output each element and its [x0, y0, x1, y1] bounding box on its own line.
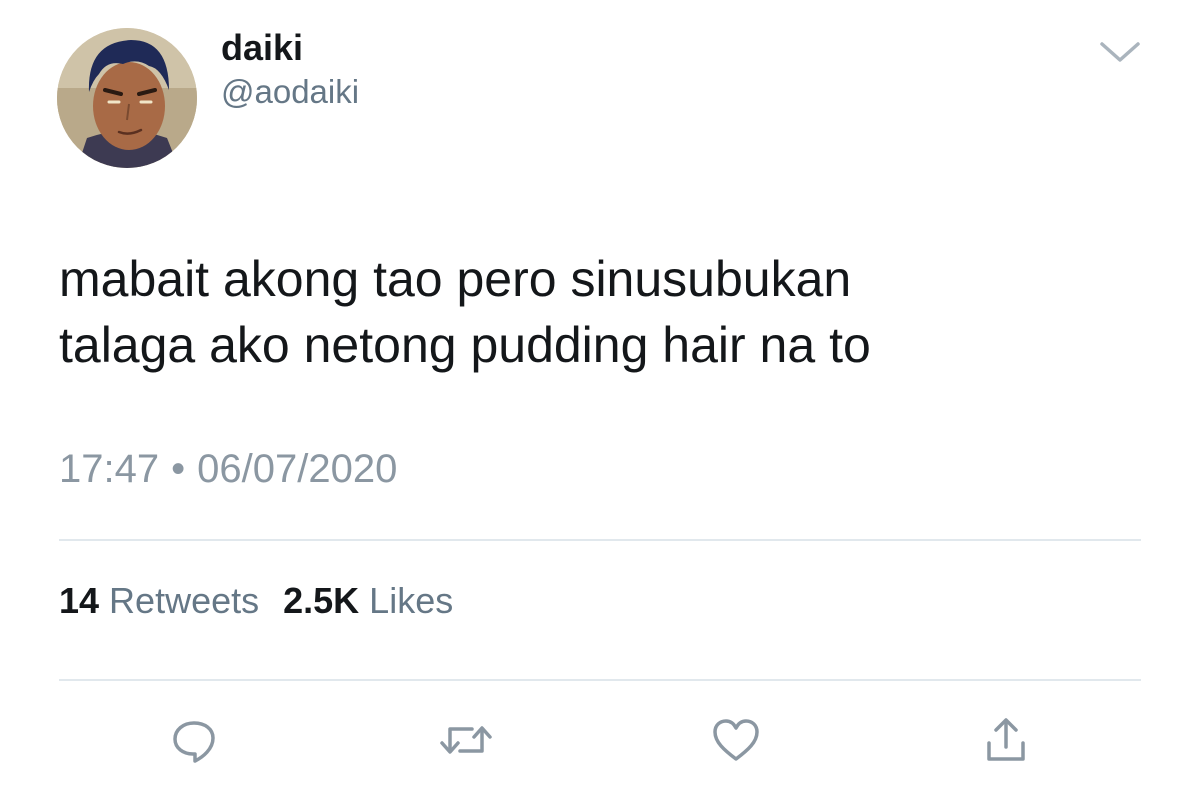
reply-icon	[173, 721, 215, 763]
like-button[interactable]	[708, 712, 764, 768]
engagement-stats: 14 Retweets 2.5K Likes	[59, 578, 453, 624]
tweet-card: daiki @aodaiki mabait akong tao pero sin…	[0, 0, 1200, 808]
tweet-time: 17:47	[59, 447, 160, 491]
retweet-button[interactable]	[438, 712, 494, 768]
retweets-stat[interactable]: 14 Retweets	[59, 580, 259, 621]
tweet-date: 06/07/2020	[197, 447, 398, 491]
tweet-text-line: talaga ako netong pudding hair na to	[59, 317, 871, 373]
share-button[interactable]	[978, 712, 1034, 768]
anime-avatar-icon	[57, 28, 197, 168]
user-handle[interactable]: @aodaiki	[221, 70, 359, 114]
avatar[interactable]	[57, 28, 197, 168]
heart-icon	[713, 719, 759, 761]
likes-count: 2.5K	[283, 580, 360, 621]
tweet-timestamp[interactable]: 17:47 • 06/07/2020	[59, 443, 397, 495]
meta-separator: •	[171, 447, 186, 491]
tweet-text: mabait akong tao pero sinusubukan talaga…	[59, 246, 1159, 378]
divider	[59, 539, 1141, 541]
retweet-icon	[440, 726, 492, 754]
likes-label: Likes	[369, 580, 454, 621]
share-icon	[987, 718, 1025, 761]
display-name[interactable]: daiki	[221, 22, 303, 74]
divider	[59, 679, 1141, 681]
retweets-label: Retweets	[109, 580, 260, 621]
tweet-text-line: mabait akong tao pero sinusubukan	[59, 251, 852, 307]
likes-stat[interactable]: 2.5K Likes	[283, 580, 453, 621]
retweets-count: 14	[59, 580, 100, 621]
reply-button[interactable]	[166, 712, 222, 768]
chevron-down-icon[interactable]	[1096, 34, 1144, 70]
